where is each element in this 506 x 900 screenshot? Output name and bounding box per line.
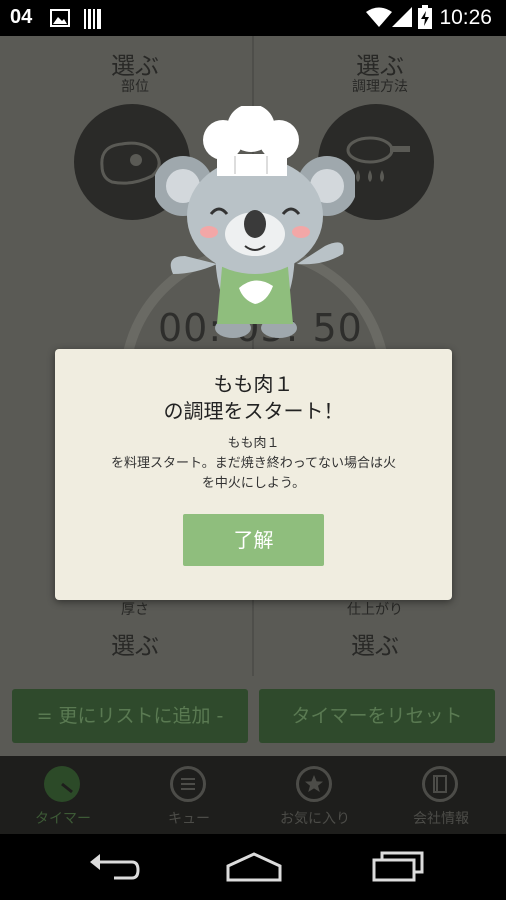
method-label: 調理方法 [352, 79, 408, 95]
doneness-label: 仕上がり [347, 602, 403, 618]
reset-timer-button[interactable]: タイマーをリセット [259, 689, 495, 743]
dialog-message-line3: を中火にしよう。 [201, 476, 306, 491]
dialog-title-line1: もも肉１ [213, 372, 294, 396]
tab-queue[interactable]: キュー [126, 756, 252, 834]
tab-bar: タイマー キュー お気に入り 会社情報 [0, 756, 506, 834]
back-icon[interactable] [84, 848, 144, 884]
tab-queue-label: キュー [168, 811, 210, 827]
signal-icon [392, 7, 412, 31]
tab-company-info[interactable]: 会社情報 [378, 756, 504, 834]
tab-favorites-label: お気に入り [280, 811, 350, 827]
add-to-list-button[interactable]: = 更にリストに追加 - [12, 689, 248, 743]
star-icon [296, 766, 332, 802]
clock: 10:26 [439, 6, 492, 29]
barcode-icon [84, 9, 102, 33]
dialog-message: もも肉１ を料理スタート。まだ焼き終わってない場合は火 を中火にしよう。 [75, 434, 432, 494]
tab-favorites[interactable]: お気に入り [252, 756, 378, 834]
thickness-select-title[interactable]: 選ぶ [55, 626, 215, 661]
book-icon [422, 766, 458, 802]
dialog-title-line2: の調理をスタート！ [163, 399, 344, 423]
tab-company-info-label: 会社情報 [413, 811, 469, 827]
ok-button[interactable]: 了解 [183, 514, 324, 566]
thickness-label: 厚さ [121, 602, 149, 618]
tab-timer[interactable]: タイマー [0, 756, 126, 834]
list-icon [170, 766, 206, 802]
recent-apps-icon[interactable] [368, 848, 428, 884]
dialog-message-line2: を料理スタート。まだ焼き終わってない場合は火 [110, 456, 397, 471]
doneness-select-title[interactable]: 選ぶ [295, 626, 455, 661]
notification-count: 04 [10, 6, 33, 28]
tab-timer-label: タイマー [35, 811, 91, 827]
status-bar: 04 10:26 [0, 0, 506, 36]
dialog-title: もも肉１ の調理をスタート！ [55, 371, 452, 425]
part-label: 部位 [121, 79, 149, 95]
dialog-message-line1: もも肉１ [227, 436, 280, 451]
wifi-icon [366, 7, 392, 31]
system-nav-bar [0, 834, 506, 900]
image-icon [50, 9, 70, 31]
home-icon[interactable] [224, 848, 284, 884]
start-cooking-dialog: もも肉１ の調理をスタート！ もも肉１ を料理スタート。まだ焼き終わってない場合… [55, 349, 452, 600]
koala-chef-mascot [155, 106, 355, 338]
timer-icon [44, 766, 80, 802]
battery-charging-icon [418, 5, 432, 33]
